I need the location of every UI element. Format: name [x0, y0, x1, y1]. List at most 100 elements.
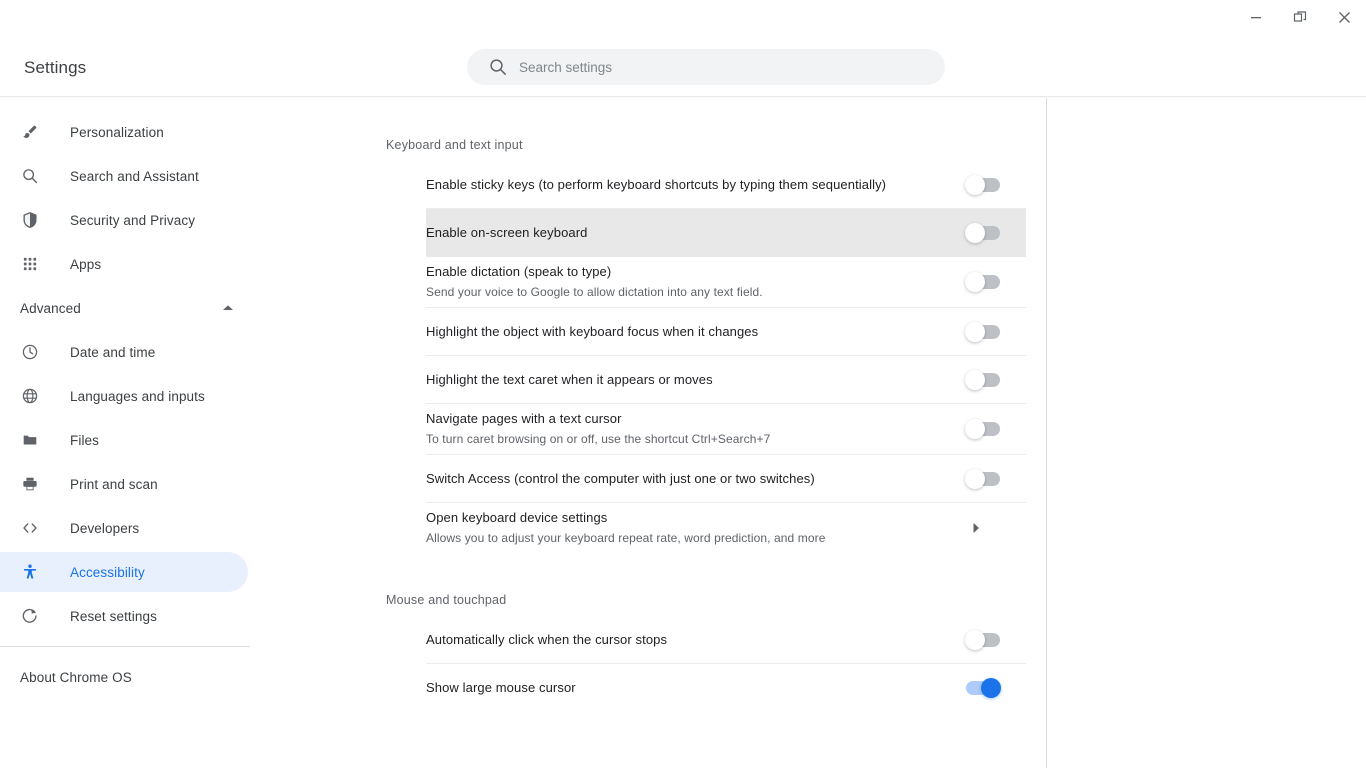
setting-label: Enable on-screen keyboard: [426, 225, 588, 240]
settings-list-keyboard: Enable sticky keys (to perform keyboard …: [426, 161, 1026, 553]
clock-icon: [20, 342, 40, 362]
toggle-sticky-keys[interactable]: [965, 174, 1000, 195]
row-control: [966, 518, 1026, 538]
folder-icon: [20, 430, 40, 450]
toggle-knob: [981, 678, 1001, 698]
row-texts: Enable sticky keys (to perform keyboard …: [426, 170, 966, 200]
row-texts: Show large mouse cursor: [426, 673, 966, 703]
sidebar-item-developers[interactable]: Developers: [0, 508, 248, 548]
row-control: [965, 468, 1026, 489]
setting-description: Allows you to adjust your keyboard repea…: [426, 531, 826, 545]
row-texts: Switch Access (control the computer with…: [426, 464, 966, 494]
toggle-dictation[interactable]: [965, 272, 1000, 292]
toggle-knob: [965, 174, 985, 195]
chevron-right-icon[interactable]: [966, 518, 986, 538]
apps-grid-icon: [20, 254, 40, 274]
sidebar-item-label: Print and scan: [70, 476, 158, 492]
close-icon: [1338, 11, 1350, 23]
sidebar-item-date-and-time[interactable]: Date and time: [0, 332, 248, 372]
toggle-highlight-caret[interactable]: [965, 369, 1000, 390]
setting-label: Highlight the object with keyboard focus…: [426, 323, 759, 339]
toggle-knob: [965, 321, 985, 342]
shield-icon: [20, 210, 40, 230]
row-control: [965, 321, 1026, 342]
sidebar-item-label: About Chrome OS: [20, 669, 132, 685]
sidebar-item-label: Apps: [70, 256, 102, 272]
row-texts: Automatically click when the cursor stop…: [426, 625, 966, 655]
setting-row-highlight-caret[interactable]: Highlight the text caret when it appears…: [426, 356, 1026, 404]
toggle-knob: [965, 629, 985, 650]
minimize-icon: [1251, 17, 1261, 19]
toggle-knob: [965, 223, 985, 243]
sidebar-item-personalization[interactable]: Personalization: [0, 112, 248, 152]
row-texts: Highlight the text caret when it appears…: [426, 365, 966, 395]
sidebar-item-accessibility[interactable]: Accessibility: [0, 552, 248, 592]
restore-button[interactable]: [1278, 1, 1322, 33]
sidebar-item-search-and-assistant[interactable]: Search and Assistant: [0, 156, 248, 196]
accessibility-icon: [20, 562, 40, 582]
sidebar-item-reset-settings[interactable]: Reset settings: [0, 596, 248, 636]
close-button[interactable]: [1322, 1, 1366, 33]
main-content: Keyboard and text input Enable sticky ke…: [365, 98, 1045, 768]
sidebar-item-apps[interactable]: Apps: [0, 244, 248, 284]
sidebar-item-label: Security and Privacy: [70, 212, 196, 228]
toggle-large-cursor[interactable]: [966, 678, 1001, 698]
sidebar-item-print-and-scan[interactable]: Print and scan: [0, 464, 248, 504]
setting-row-autoclick[interactable]: Automatically click when the cursor stop…: [426, 616, 1026, 664]
toggle-knob: [965, 272, 985, 292]
toggle-knob: [965, 369, 985, 390]
section-heading-mouse: Mouse and touchpad: [386, 593, 507, 607]
sidebar-item-label: Languages and inputs: [70, 388, 205, 404]
setting-row-highlight-focus[interactable]: Highlight the object with keyboard focus…: [426, 308, 1026, 356]
setting-row-on-screen-keyboard[interactable]: Enable on-screen keyboard: [426, 209, 1026, 257]
row-control: [965, 419, 1026, 439]
setting-label: Enable dictation (speak to type): [426, 264, 612, 279]
setting-row-open-keyboard-device-settings[interactable]: Open keyboard device settings Allows you…: [426, 503, 1026, 553]
setting-label: Show large mouse cursor: [426, 680, 576, 695]
toggle-caret-browsing[interactable]: [965, 419, 1000, 439]
toggle-on-screen-keyboard[interactable]: [965, 223, 1000, 243]
minimize-button[interactable]: [1234, 1, 1278, 33]
toggle-switch-access[interactable]: [965, 468, 1000, 489]
sidebar-divider: [0, 646, 250, 647]
settings-window: Settings Personalization: [0, 0, 1366, 768]
sidebar-item-security-and-privacy[interactable]: Security and Privacy: [0, 200, 248, 240]
sidebar-item-label: Date and time: [70, 344, 156, 360]
row-control: [965, 272, 1026, 292]
code-brackets-icon: [20, 518, 40, 538]
section-heading-keyboard: Keyboard and text input: [386, 138, 523, 152]
toggle-highlight-focus[interactable]: [965, 321, 1000, 342]
setting-row-caret-browsing[interactable]: Navigate pages with a text cursor To tur…: [426, 404, 1026, 455]
setting-label: Navigate pages with a text cursor: [426, 411, 622, 426]
sidebar-item-languages-and-inputs[interactable]: Languages and inputs: [0, 376, 248, 416]
setting-label: Open keyboard device settings: [426, 510, 608, 525]
setting-label: Highlight the text caret when it appears…: [426, 371, 713, 387]
chevron-up-icon[interactable]: [222, 304, 234, 312]
body-area: Personalization Search and Assistant Sec…: [0, 98, 1366, 768]
setting-description: To turn caret browsing on or off, use th…: [426, 432, 771, 446]
titlebar: [0, 0, 1366, 34]
row-texts: Enable on-screen keyboard: [426, 218, 966, 248]
settings-list-mouse: Automatically click when the cursor stop…: [426, 616, 1026, 712]
sidebar-item-label: Accessibility: [70, 564, 145, 580]
search-input[interactable]: [519, 49, 945, 85]
sidebar-item-label: Search and Assistant: [70, 168, 199, 184]
sidebar-item-label: Personalization: [70, 124, 164, 140]
sidebar-item-about-chrome-os[interactable]: About Chrome OS: [0, 657, 248, 697]
row-control: [965, 174, 1026, 195]
search-box[interactable]: [467, 49, 945, 85]
setting-row-sticky-keys[interactable]: Enable sticky keys (to perform keyboard …: [426, 161, 1026, 209]
sidebar-item-files[interactable]: Files: [0, 420, 248, 460]
setting-row-large-cursor[interactable]: Show large mouse cursor: [426, 664, 1026, 712]
setting-row-switch-access[interactable]: Switch Access (control the computer with…: [426, 455, 1026, 503]
sidebar: Personalization Search and Assistant Sec…: [0, 98, 365, 768]
setting-row-dictation[interactable]: Enable dictation (speak to type) Send yo…: [426, 257, 1026, 308]
toggle-autoclick[interactable]: [965, 629, 1000, 650]
setting-label: Enable sticky keys (to perform keyboard …: [426, 176, 887, 192]
restore-icon: [1293, 11, 1307, 22]
globe-icon: [20, 386, 40, 406]
sidebar-section-label: Advanced: [20, 300, 81, 316]
brush-icon: [20, 122, 40, 142]
search-icon: [20, 166, 40, 186]
sidebar-section-advanced[interactable]: Advanced: [0, 288, 248, 328]
